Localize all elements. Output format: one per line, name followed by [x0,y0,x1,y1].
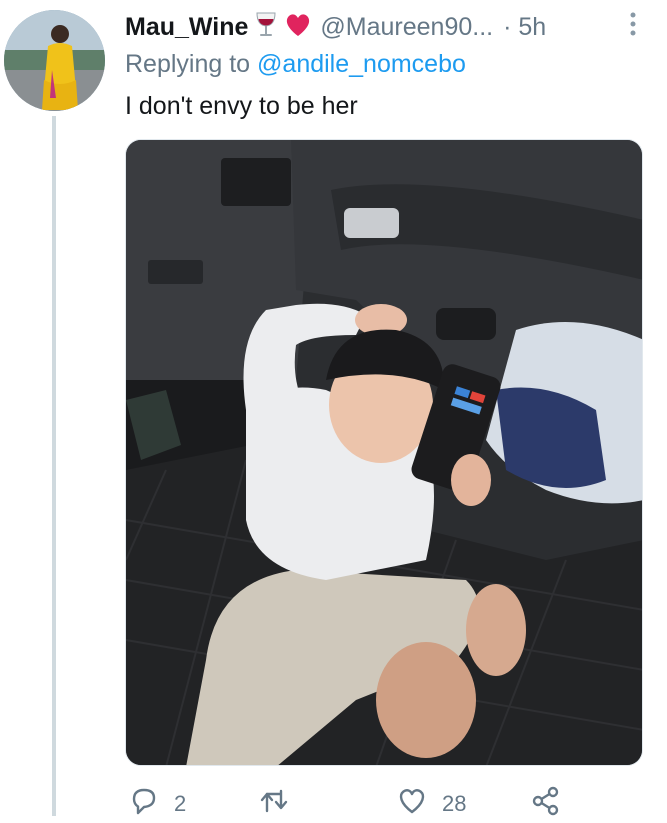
display-name[interactable]: Mau_Wine [125,13,248,42]
timestamp[interactable]: · 5h [503,13,546,42]
share-button[interactable] [530,785,562,823]
heart-outline-icon [396,785,428,823]
wine-glass-icon [254,11,278,44]
share-icon [530,785,562,823]
reply-mention-link[interactable]: @andile_nomcebo [257,50,466,78]
tweet-header: Mau_Wine @Maureen90... · 5h [125,8,667,46]
more-vertical-icon[interactable] [629,12,637,36]
like-count: 28 [442,791,467,816]
reply-button[interactable]: 2 [128,785,186,823]
tweet-actions: 2 28 [128,785,648,816]
heart-icon [284,12,312,43]
retweet-button[interactable] [258,785,304,823]
tweet-photo[interactable] [125,139,643,766]
reply-icon [128,785,160,823]
like-button[interactable]: 28 [396,785,466,823]
replying-to-label: Replying to [125,50,258,78]
replying-to: Replying to @andile_nomcebo [125,50,466,79]
reply-count: 2 [174,791,187,816]
retweet-icon [258,785,290,823]
thread-connector-line [52,116,56,816]
avatar[interactable] [4,10,105,111]
tweet-text: I don't envy to be her [125,92,358,120]
user-handle[interactable]: @Maureen90... [320,13,493,42]
